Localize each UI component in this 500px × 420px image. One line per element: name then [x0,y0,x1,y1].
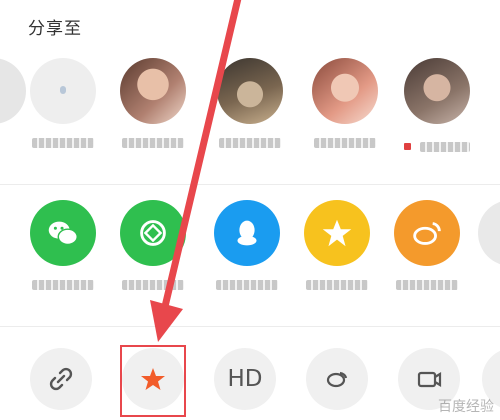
contact-name [32,138,94,148]
contact-item[interactable] [392,58,482,155]
share-sheet: 分享至 HD 百度经验 [0,0,500,420]
highlight-box [120,345,186,417]
share-qzone[interactable] [292,200,382,290]
red-badge-icon [404,143,412,150]
qq-icon [214,200,280,266]
share-weibo[interactable] [382,200,472,290]
weibo-icon [394,200,460,266]
tools-row: HD [0,334,500,420]
moments-icon [120,200,186,266]
share-title: 分享至 [28,19,82,39]
link-icon [49,367,73,391]
divider [0,184,500,185]
contact-name [314,138,376,148]
app-label [396,280,458,290]
hd-button[interactable]: HD [214,348,276,410]
contact-item[interactable] [300,58,390,148]
avatar [404,58,470,124]
avatar [120,58,186,124]
recent-contacts-row [0,58,500,170]
contact-item[interactable] [18,58,108,148]
avatar [217,58,283,124]
qzone-star-icon [304,200,370,266]
app-label [32,280,94,290]
more-app-edge[interactable] [478,200,500,266]
contact-name [419,141,470,152]
contact-item[interactable] [205,58,295,148]
watermark: 百度经验 [438,399,494,415]
divider [0,326,500,327]
contact-name [122,138,184,148]
app-label [306,280,368,290]
share-wechat[interactable] [18,200,108,290]
hd-label: HD [227,366,263,392]
app-label [216,280,278,290]
avatar [312,58,378,124]
share-apps-row [0,200,500,312]
wechat-icon [30,200,96,266]
contact-item[interactable] [108,58,198,148]
share-moments[interactable] [108,200,198,290]
audio-button[interactable] [306,348,368,410]
app-label [122,280,184,290]
audio-icon [326,371,348,388]
avatar [30,58,96,124]
video-icon [417,371,442,388]
copy-link-button[interactable] [30,348,92,410]
contact-name [219,138,281,148]
share-qq[interactable] [202,200,292,290]
